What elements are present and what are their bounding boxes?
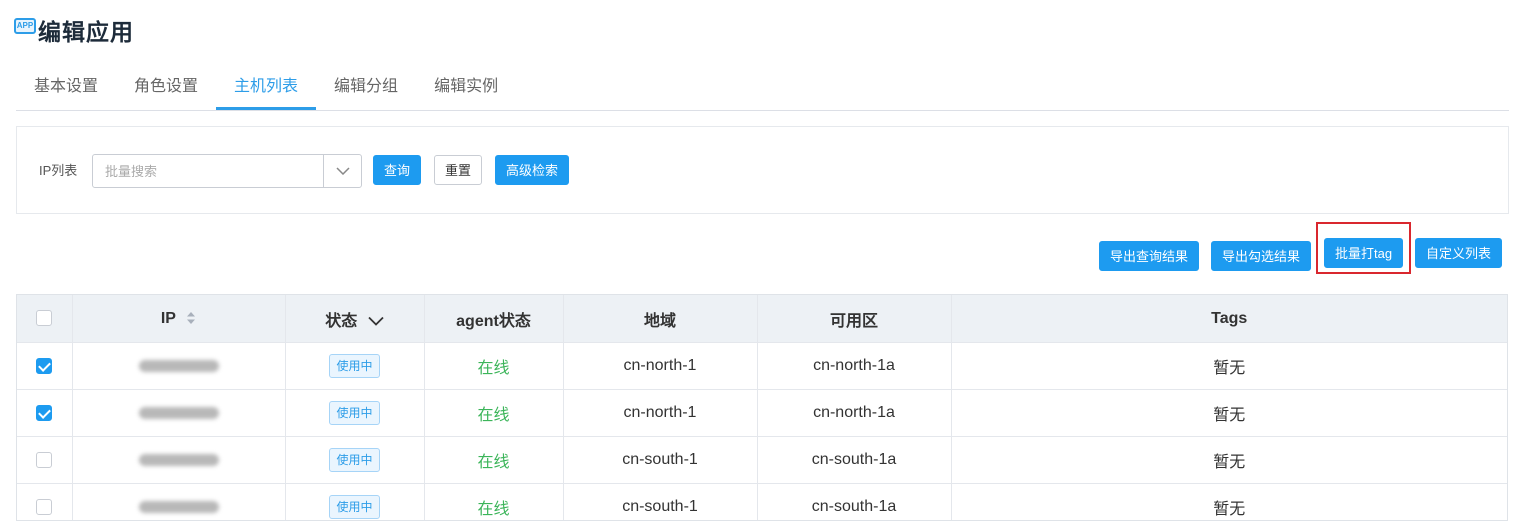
region-cell: cn-south-1 (563, 436, 758, 484)
page-title: 编辑应用 (38, 19, 134, 45)
page-header: APP 编辑应用 (14, 14, 134, 46)
search-panel: IP列表 查询 重置 高级检索 (16, 126, 1509, 214)
table-row: 使用中 在线 cn-north-1 cn-north-1a 暂无 (17, 342, 1507, 390)
chevron-down-icon[interactable] (368, 316, 384, 327)
agent-status-cell: 在线 (424, 342, 564, 390)
batch-search-box (92, 154, 362, 188)
ip-address-redacted[interactable] (138, 406, 219, 419)
table-row: 使用中 在线 cn-south-1 cn-south-1a 暂无 (17, 436, 1507, 484)
region-cell: cn-south-1 (563, 483, 758, 520)
agent-status-column-header: agent状态 (424, 295, 564, 343)
export-query-results-button[interactable]: 导出查询结果 (1099, 241, 1200, 271)
status-badge: 使用中 (329, 354, 380, 378)
app-icon: APP (14, 18, 36, 34)
zone-cell: cn-north-1a (757, 342, 952, 390)
status-badge: 使用中 (329, 495, 380, 519)
agent-status-cell: 在线 (424, 436, 564, 484)
zone-column-header: 可用区 (757, 295, 952, 343)
table-row: 使用中 在线 cn-south-1 cn-south-1a 暂无 (17, 483, 1507, 520)
ip-address-redacted[interactable] (138, 453, 219, 466)
select-all-cell (17, 295, 73, 343)
table-row: 使用中 在线 cn-north-1 cn-north-1a 暂无 (17, 389, 1507, 437)
ip-address-redacted[interactable] (138, 500, 219, 513)
chevron-down-icon (335, 167, 350, 175)
row-checkbox[interactable] (36, 404, 53, 421)
tab-bar: 基本设置 角色设置 主机列表 编辑分组 编辑实例 (16, 66, 1509, 111)
status-column-header[interactable]: 状态 (285, 295, 425, 343)
select-all-checkbox[interactable] (36, 310, 53, 327)
table-header-row: IP 状态 agent状态 地域 可用区 Tags (17, 295, 1507, 343)
advanced-search-button[interactable]: 高级检索 (495, 155, 570, 185)
region-cell: cn-north-1 (563, 389, 758, 437)
row-checkbox[interactable] (36, 498, 53, 515)
reset-button[interactable]: 重置 (434, 155, 483, 185)
tab-host-list[interactable]: 主机列表 (216, 66, 317, 110)
status-badge: 使用中 (329, 401, 380, 425)
tags-cell: 暂无 (951, 483, 1507, 520)
row-checkbox[interactable] (36, 451, 53, 468)
tab-role-settings[interactable]: 角色设置 (116, 66, 216, 108)
agent-status-cell: 在线 (424, 483, 564, 520)
ip-list-label: IP列表 (39, 163, 78, 178)
agent-status-cell: 在线 (424, 389, 564, 437)
search-dropdown-button[interactable] (323, 155, 361, 187)
status-badge: 使用中 (329, 448, 380, 472)
row-checkbox[interactable] (36, 357, 53, 374)
export-selected-results-button[interactable]: 导出勾选结果 (1211, 241, 1312, 271)
custom-columns-button[interactable]: 自定义列表 (1415, 238, 1503, 268)
tags-cell: 暂无 (951, 342, 1507, 390)
tab-basic-settings[interactable]: 基本设置 (16, 66, 116, 108)
tags-cell: 暂无 (951, 389, 1507, 437)
ip-header-label: IP (160, 309, 176, 327)
status-header-label: 状态 (325, 312, 358, 330)
query-button[interactable]: 查询 (373, 155, 422, 185)
ip-address-redacted[interactable] (138, 359, 219, 372)
tags-cell: 暂无 (951, 436, 1507, 484)
ip-column-header[interactable]: IP (72, 295, 286, 343)
tab-edit-instance[interactable]: 编辑实例 (416, 66, 516, 108)
host-table: IP 状态 agent状态 地域 可用区 Tags 使用中 在线 cn-nort… (16, 294, 1508, 521)
zone-cell: cn-south-1a (757, 436, 952, 484)
highlight-box (1316, 222, 1411, 274)
zone-cell: cn-north-1a (757, 389, 952, 437)
region-cell: cn-north-1 (563, 342, 758, 390)
sort-icon[interactable] (186, 311, 196, 325)
batch-search-input[interactable] (93, 155, 323, 187)
tab-edit-group[interactable]: 编辑分组 (316, 66, 416, 108)
zone-cell: cn-south-1a (757, 483, 952, 520)
region-column-header: 地域 (563, 295, 758, 343)
tags-column-header: Tags (951, 295, 1507, 343)
